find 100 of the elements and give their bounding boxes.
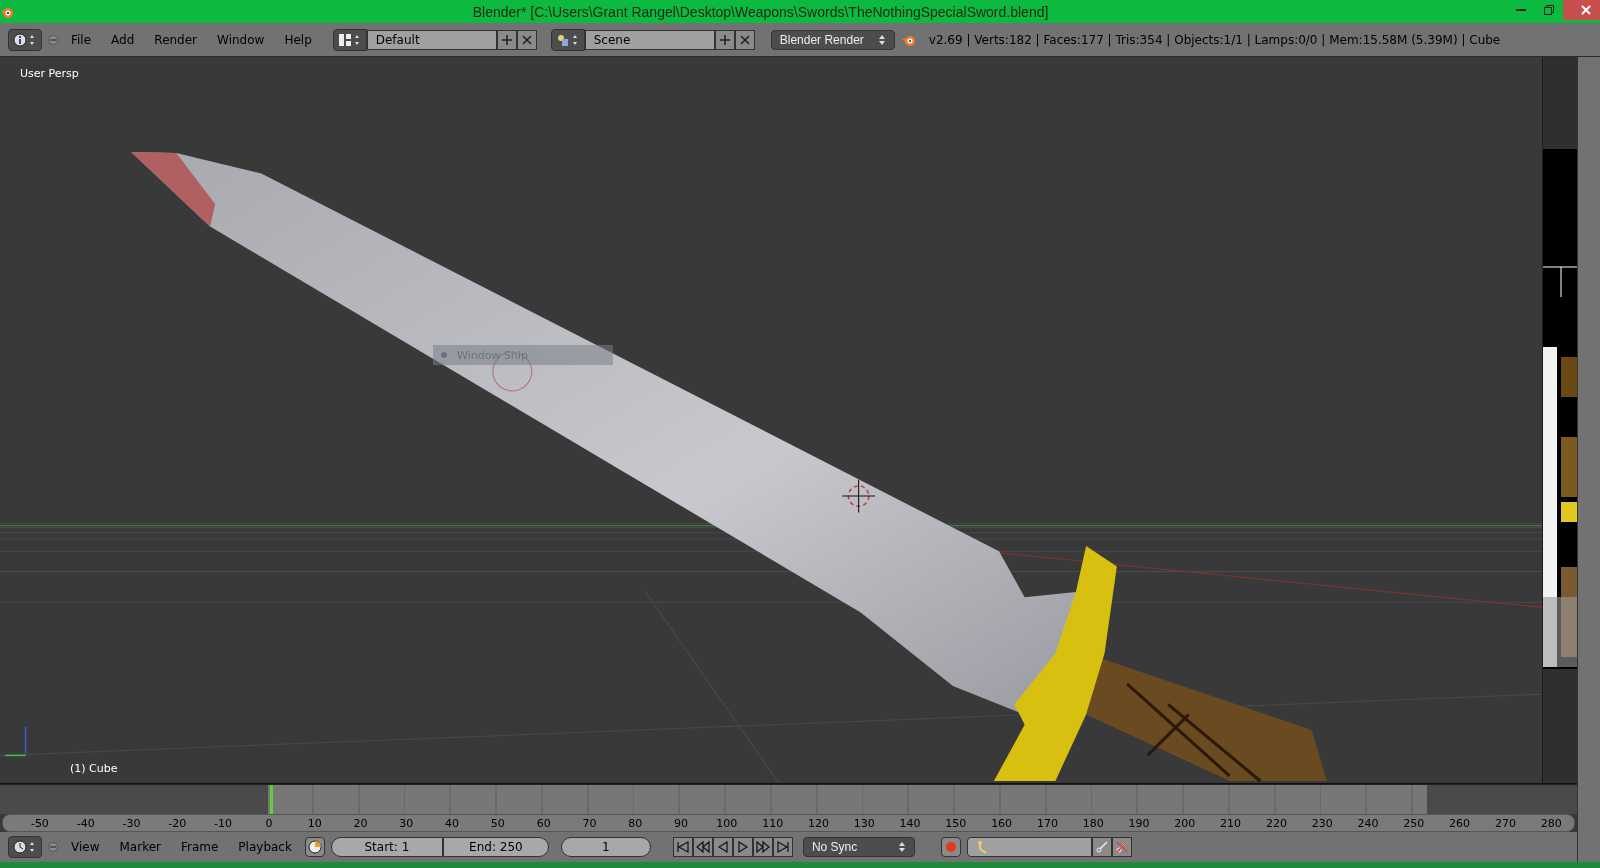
view-label: User Persp [20, 67, 79, 80]
ruler-label: 140 [898, 816, 922, 830]
plus-icon [500, 33, 513, 46]
ruler-label: 120 [806, 816, 830, 830]
ruler-label: -20 [167, 816, 188, 830]
editor-type-button[interactable] [8, 28, 42, 51]
scene-stats: v2.69 | Verts:182 | Faces:177 | Tris:354 | Objects:1/1 | Lamps:0/0 | Mem:15.58M (5.39M) | Cube [928, 32, 1501, 47]
ruler-label: 110 [761, 816, 785, 830]
menu-item[interactable]: File [64, 32, 99, 47]
record-dot-icon [944, 841, 957, 853]
render-engine-dropdown[interactable]: Blender Render [770, 29, 895, 50]
ruler-label: 80 [627, 816, 644, 830]
ruler-label: 20 [352, 816, 369, 830]
close-icon [1581, 5, 1592, 15]
scene-objects-icon [555, 32, 580, 47]
current-frame-field[interactable]: 1 [560, 837, 651, 857]
ruler-label: 280 [1539, 816, 1563, 830]
menu-item[interactable]: Window [210, 32, 272, 47]
layout-grid-icon [337, 32, 362, 47]
prev-keyframe-icon [695, 840, 710, 854]
ruler-label: 180 [1081, 816, 1105, 830]
close-button[interactable] [1563, 0, 1600, 20]
plus-icon [718, 33, 731, 46]
ruler-label: 270 [1493, 816, 1517, 830]
jump-end-icon [775, 840, 790, 854]
prev-keyframe-button[interactable] [692, 837, 713, 857]
ruler-label: 30 [398, 816, 415, 830]
record-button[interactable] [940, 837, 961, 857]
ruler-label: 0 [264, 816, 274, 830]
axis-gizmo-icon [4, 726, 27, 757]
remove-button[interactable] [516, 29, 537, 50]
play-reverse-button[interactable] [712, 837, 733, 857]
up-down-arrows-icon [877, 33, 886, 46]
end-frame-field[interactable]: End: 250 [442, 837, 549, 857]
ruler-label: 150 [944, 816, 968, 830]
jump-end-button[interactable] [772, 837, 793, 857]
ruler-label: 220 [1264, 816, 1288, 830]
menu-item[interactable]: Add [104, 32, 142, 47]
add-button[interactable] [714, 29, 735, 50]
menu-item[interactable]: Marker [112, 840, 168, 854]
ruler-label: 60 [535, 816, 552, 830]
play-button[interactable] [732, 837, 753, 857]
ruler-label: 50 [489, 816, 506, 830]
ruler-label: 90 [673, 816, 690, 830]
dot-icon [441, 352, 447, 358]
clock-icon [307, 840, 322, 854]
ruler-label: 160 [990, 816, 1014, 830]
up-down-arrows-icon [897, 841, 906, 853]
keying-set-field[interactable] [966, 837, 1092, 857]
ruler-label: 240 [1356, 816, 1380, 830]
close-icon [738, 33, 751, 46]
ruler-label: 190 [1127, 816, 1151, 830]
key-icon [1095, 841, 1108, 853]
info-icon [13, 32, 37, 47]
collapse-icon [48, 34, 58, 45]
ruler-label: 40 [444, 816, 461, 830]
menu-item[interactable]: Playback [231, 840, 299, 854]
crossed-key-icon [1115, 841, 1128, 853]
start-frame-field[interactable]: Start: 1 [330, 837, 443, 857]
ruler-label: 170 [1035, 816, 1059, 830]
ruler-label: -30 [121, 816, 142, 830]
layout-field[interactable]: Default [366, 29, 497, 50]
keyframe-clock-button[interactable] [304, 837, 325, 857]
ruler-label: -50 [29, 816, 50, 830]
delete-keyframe-button[interactable] [1111, 837, 1132, 857]
menu-item[interactable]: Render [147, 32, 205, 47]
3d-cursor-icon [841, 479, 876, 513]
add-button[interactable] [496, 29, 517, 50]
ruler-label: 100 [715, 816, 739, 830]
ruler-label: 210 [1219, 816, 1243, 830]
next-keyframe-button[interactable] [752, 837, 773, 857]
layout-button[interactable] [332, 28, 367, 51]
scene-field[interactable]: Scene [584, 29, 715, 50]
menu-item[interactable]: Frame [173, 840, 226, 854]
close-icon [520, 33, 533, 46]
next-keyframe-icon [755, 840, 770, 854]
ruler-label: -40 [75, 816, 96, 830]
restore-icon [1544, 5, 1555, 15]
jump-start-button[interactable] [672, 837, 693, 857]
menu-item[interactable]: Help [277, 32, 319, 47]
menu-item[interactable]: View [64, 840, 107, 854]
sync-dropdown[interactable]: No Sync [802, 837, 915, 857]
ruler-label: 10 [306, 816, 323, 830]
ruler-label: 260 [1448, 816, 1472, 830]
minimize-icon [1516, 9, 1527, 11]
editor-type-button[interactable] [8, 836, 42, 858]
scene-button[interactable] [550, 28, 585, 51]
clock-icon [13, 840, 37, 854]
jump-start-icon [675, 840, 690, 854]
collapse-icon [48, 842, 58, 852]
ruler-label: 200 [1173, 816, 1197, 830]
window-title: Blender* [C:\Users\Grant Rangel\Desktop\Weapons\Swords\TheNothingSpecialSword.blend] [471, 3, 1050, 20]
remove-button[interactable] [734, 29, 755, 50]
play-icon [735, 840, 750, 854]
ruler-label: 250 [1402, 816, 1426, 830]
ruler-label: 230 [1310, 816, 1334, 830]
ruler-label: -10 [213, 816, 234, 830]
insert-keyframe-button[interactable] [1091, 837, 1112, 857]
ruler-label: 70 [581, 816, 598, 830]
ruler-label: 130 [852, 816, 876, 830]
